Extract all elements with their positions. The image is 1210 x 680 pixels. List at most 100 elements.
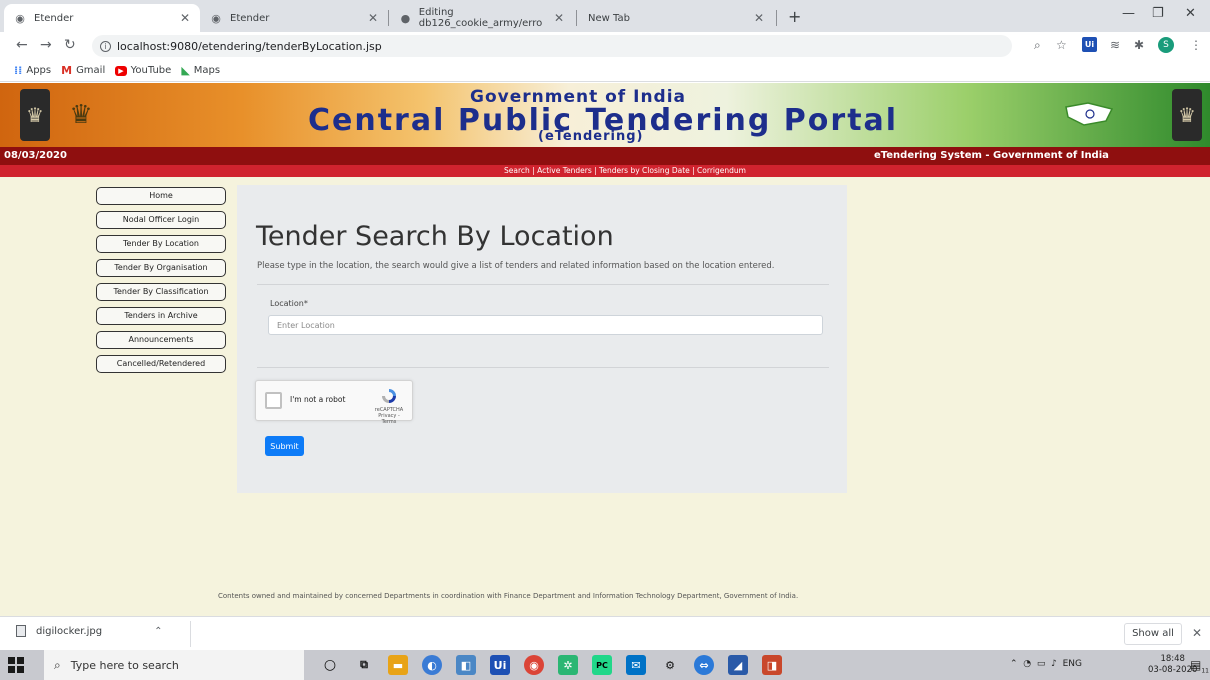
ui-extension-icon[interactable]: Ui — [1082, 37, 1097, 52]
bookmark-gmail[interactable]: M Gmail — [61, 64, 105, 77]
restore-icon[interactable]: ❐ — [1152, 6, 1164, 21]
youtube-icon: ▶ — [115, 65, 127, 76]
teamviewer-icon[interactable]: ⇔ — [694, 655, 714, 675]
taskbar-search-placeholder: Type here to search — [70, 658, 179, 672]
globe-icon: ◉ — [211, 11, 221, 25]
close-tab-icon[interactable]: ✕ — [368, 11, 378, 25]
nav-tender-by-classification[interactable]: Tender By Classification — [96, 283, 226, 301]
app-icon[interactable]: ◐ — [422, 655, 442, 675]
divider — [190, 621, 191, 647]
tab-etender-1[interactable]: ◉ Etender ✕ — [4, 4, 200, 32]
pycharm-icon[interactable]: PC — [592, 655, 612, 675]
recaptcha-brand: reCAPTCHA Privacy - Terms — [373, 407, 405, 425]
vscode-icon[interactable]: ◧ — [456, 655, 476, 675]
search-panel: Tender Search By Location Please type in… — [237, 185, 847, 493]
zoom-icon[interactable]: ⌕ — [1034, 38, 1041, 53]
chevron-up-icon[interactable]: ⌃ — [154, 626, 162, 637]
close-tab-icon[interactable]: ✕ — [754, 11, 764, 25]
bookmark-star-icon[interactable]: ☆ — [1056, 38, 1067, 52]
nav-cancelled-retendered[interactable]: Cancelled/Retendered — [96, 355, 226, 373]
app-green-icon[interactable]: ✲ — [558, 655, 578, 675]
quick-links-bar[interactable]: Search | Active Tenders | Tenders by Clo… — [0, 165, 1210, 177]
bookmark-maps[interactable]: ◣ Maps — [181, 64, 220, 77]
url-text: localhost:9080/etendering/tenderByLocati… — [117, 39, 382, 53]
cortana-icon[interactable]: ○ — [320, 655, 340, 675]
forward-arrow-icon[interactable]: → — [40, 37, 52, 53]
bookmark-label: Maps — [193, 65, 221, 76]
battery-icon[interactable]: ▭ — [1037, 659, 1046, 669]
tab-divider — [576, 10, 577, 26]
tab-title: Editing db126_cookie_army/erro — [418, 7, 543, 29]
new-tab-button[interactable]: + — [788, 7, 801, 26]
address-bar[interactable]: i localhost:9080/etendering/tenderByLoca… — [92, 35, 1012, 57]
page-footer: Contents owned and maintained by concern… — [218, 592, 799, 600]
file-explorer-icon[interactable]: ▬ — [388, 655, 408, 675]
search-icon: ⌕ — [54, 657, 61, 672]
divider — [257, 367, 829, 368]
system-title: eTendering System - Government of India — [874, 150, 1109, 161]
nav-tenders-in-archive[interactable]: Tenders in Archive — [96, 307, 226, 325]
bookmark-label: YouTube — [130, 65, 172, 76]
web-page: ♛ ♛ Government of India Central Public T… — [0, 83, 1210, 616]
windows-taskbar: ⌕ Type here to search ○ ⧉ ▬ ◐ ◧ Ui ◉ ✲ P… — [0, 650, 1210, 680]
profile-avatar[interactable]: S — [1158, 37, 1174, 53]
close-tab-icon[interactable]: ✕ — [180, 11, 190, 25]
chrome-icon[interactable]: ◉ — [524, 655, 544, 675]
browser-toolbar: ← → ↻ i localhost:9080/etendering/tender… — [0, 32, 1210, 60]
close-download-bar-icon[interactable]: ✕ — [1192, 626, 1202, 640]
portal-banner: ♛ ♛ Government of India Central Public T… — [0, 83, 1210, 147]
recaptcha-checkbox[interactable] — [265, 392, 282, 409]
nav-announcements[interactable]: Announcements — [96, 331, 226, 349]
uipath-icon[interactable]: Ui — [490, 655, 510, 675]
tab-etender-2[interactable]: ◉ Etender ✕ — [200, 4, 388, 32]
network-icon[interactable]: ◔ — [1023, 659, 1031, 669]
extensions-puzzle-icon[interactable]: ✱ — [1134, 38, 1144, 52]
close-window-icon[interactable]: ✕ — [1185, 6, 1196, 21]
download-item[interactable]: digilocker.jpg ⌃ — [16, 625, 162, 637]
site-info-icon[interactable]: i — [100, 40, 111, 52]
github-icon: ● — [400, 11, 411, 25]
taskbar-search[interactable]: ⌕ Type here to search — [44, 650, 304, 680]
tab-new-tab[interactable]: New Tab ✕ — [578, 4, 774, 32]
location-label: Location* — [270, 299, 308, 308]
submit-button[interactable]: Submit — [265, 436, 304, 456]
reader-extension-icon[interactable]: ≋ — [1110, 38, 1120, 52]
windows-start-icon[interactable] — [8, 657, 24, 673]
task-view-icon[interactable]: ⧉ — [354, 655, 374, 675]
reload-icon[interactable]: ↻ — [64, 37, 76, 53]
national-emblem-right-icon: ♛ — [1172, 89, 1202, 141]
image-file-icon — [16, 625, 26, 637]
nav-home[interactable]: Home — [96, 187, 226, 205]
back-arrow-icon[interactable]: ← — [16, 37, 28, 53]
tab-divider — [388, 10, 389, 26]
app-blue-icon[interactable]: ◢ — [728, 655, 748, 675]
sidebar-nav: Home Nodal Officer Login Tender By Locat… — [96, 187, 226, 379]
notification-count: 11 — [1201, 667, 1209, 675]
nav-tender-by-organisation[interactable]: Tender By Organisation — [96, 259, 226, 277]
tab-github-editing[interactable]: ● Editing db126_cookie_army/erro ✕ — [390, 4, 574, 32]
tray-up-icon[interactable]: ⌃ — [1010, 659, 1018, 669]
nav-nodal-officer-login[interactable]: Nodal Officer Login — [96, 211, 226, 229]
nav-tender-by-location[interactable]: Tender By Location — [96, 235, 226, 253]
recaptcha-links[interactable]: Privacy - Terms — [373, 413, 405, 425]
show-all-button[interactable]: Show all — [1124, 623, 1182, 645]
notification-center-icon[interactable]: ▤11 — [1190, 658, 1209, 674]
flag-map-icon — [1065, 102, 1114, 126]
tab-title: Etender — [34, 12, 74, 24]
mail-icon[interactable]: ✉ — [626, 655, 646, 675]
settings-gear-icon[interactable]: ⚙ — [660, 655, 680, 675]
banner-line-3: (eTendering) — [538, 129, 644, 144]
office-icon[interactable]: ◨ — [762, 655, 782, 675]
volume-icon[interactable]: ♪ — [1051, 659, 1057, 669]
system-tray[interactable]: ⌃ ◔ ▭ ♪ ENG — [1010, 659, 1082, 669]
bookmark-apps[interactable]: ⁞⁞ Apps — [14, 64, 51, 77]
minimize-icon[interactable]: — — [1122, 6, 1135, 21]
language-indicator[interactable]: ENG — [1063, 659, 1082, 669]
menu-kebab-icon[interactable]: ⋮ — [1190, 38, 1202, 52]
page-title: Tender Search By Location — [256, 221, 614, 252]
quick-links[interactable]: Search | Active Tenders | Tenders by Clo… — [464, 166, 746, 175]
close-tab-icon[interactable]: ✕ — [554, 11, 564, 25]
location-input[interactable] — [268, 315, 823, 335]
bookmark-youtube[interactable]: ▶ YouTube — [115, 65, 171, 76]
tab-title: New Tab — [588, 12, 630, 24]
